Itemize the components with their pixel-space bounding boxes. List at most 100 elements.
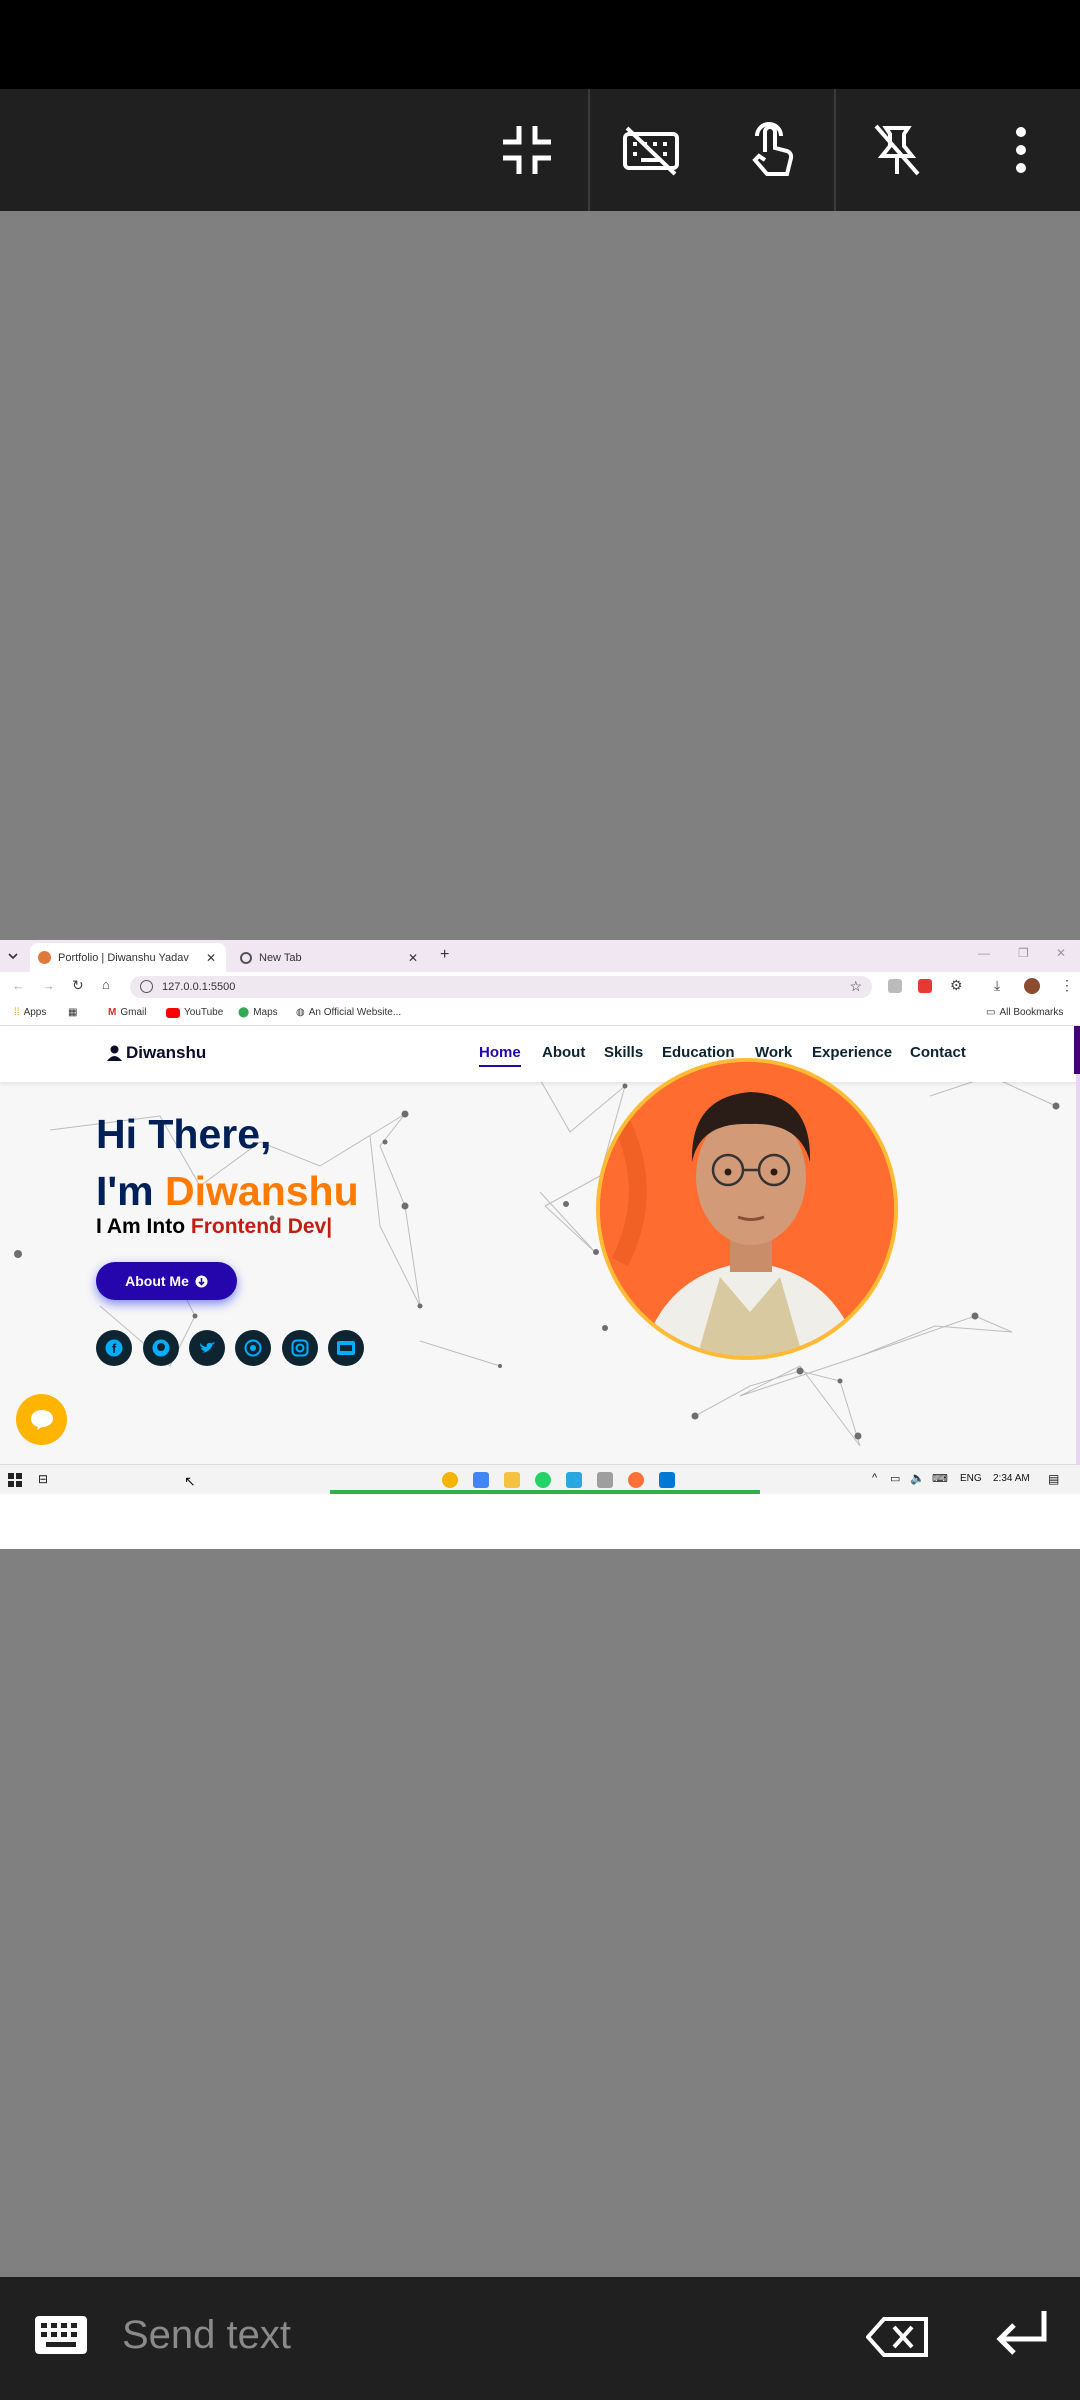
hero-name: Diwanshu (165, 1168, 359, 1214)
profile-avatar[interactable] (1024, 978, 1040, 994)
tab-portfolio[interactable]: Portfolio | Diwanshu Yadav ✕ (30, 943, 226, 972)
portfolio-page: Diwanshu Home About Skills Education Wor… (0, 1026, 1080, 1464)
chrome-icon (240, 951, 252, 964)
keyboard-tray-icon[interactable]: ⌨ (932, 1472, 948, 1485)
nav-education[interactable]: Education (662, 1044, 735, 1061)
vscode-taskbar-icon[interactable] (659, 1472, 675, 1488)
tab-search-icon[interactable] (6, 949, 20, 963)
reload-icon[interactable]: ↻ (72, 977, 84, 994)
windows-taskbar: ⊟ ↖ ^ ▭ 🔈 ⌨ ENG 2:34 AM ▤ (0, 1464, 1080, 1494)
keyboard-icon[interactable] (34, 2315, 88, 2355)
nav-home[interactable]: Home (479, 1044, 521, 1067)
scrollbar-thumb[interactable] (1074, 1026, 1080, 1074)
close-tab-icon[interactable]: ✕ (408, 951, 418, 965)
chrome-menu-icon[interactable]: ⋮ (1060, 977, 1074, 994)
about-me-label: About Me (125, 1273, 189, 1289)
whatsapp-taskbar-icon[interactable] (535, 1472, 551, 1488)
browser-toolbar: ← → ↻ ⌂ 127.0.0.1:5500 ☆ ⚙ ⤓ ⋮ (0, 972, 1080, 1002)
bookmark-label: An Official Website... (308, 1007, 402, 1018)
bookmark-label: YouTube (184, 1007, 224, 1018)
extensions-puzzle-icon[interactable]: ⚙ (950, 977, 963, 994)
bookmark-youtube[interactable]: YouTube (166, 1007, 223, 1018)
close-window-icon[interactable]: ✕ (1056, 946, 1066, 960)
nav-experience[interactable]: Experience (812, 1044, 892, 1061)
svg-text:f: f (112, 1341, 117, 1356)
volume-icon[interactable]: 🔈 (910, 1471, 925, 1485)
bookmark-grid[interactable]: ▦ (68, 1007, 77, 1018)
bookmarks-bar: ⁞⁞ Apps ▦ M Gmail YouTube ⬤ Maps ◍ An Of… (0, 1002, 1080, 1026)
facebook-icon[interactable]: f (96, 1330, 132, 1366)
tab-new-tab[interactable]: New Tab ✕ (232, 943, 428, 972)
remote-desktop-screen[interactable]: Portfolio | Diwanshu Yadav ✕ New Tab ✕ +… (0, 940, 1080, 1549)
nav-skills[interactable]: Skills (604, 1044, 643, 1061)
file-explorer-icon[interactable] (504, 1472, 520, 1488)
typed-value: Frontend Dev| (190, 1215, 333, 1238)
keyboard-off-icon[interactable] (596, 89, 706, 211)
nav-about[interactable]: About (542, 1044, 585, 1061)
hero-im: I'm (96, 1168, 154, 1214)
toolbar-divider (588, 89, 590, 211)
network-icon[interactable]: ▭ (890, 1472, 900, 1485)
app-taskbar-icon[interactable] (597, 1472, 613, 1488)
new-tab-icon[interactable]: + (440, 946, 449, 964)
chrome-taskbar-icon[interactable] (442, 1472, 458, 1488)
github-icon[interactable] (143, 1330, 179, 1366)
chrome-dev-taskbar-icon[interactable] (473, 1472, 489, 1488)
notifications-icon[interactable]: ▤ (1048, 1472, 1059, 1486)
bookmark-gmail[interactable]: M Gmail (108, 1007, 146, 1018)
more-vert-icon[interactable] (966, 89, 1076, 211)
nav-contact[interactable]: Contact (910, 1044, 966, 1061)
whatsapp-icon[interactable] (235, 1330, 271, 1366)
brand-name: Diwanshu (126, 1043, 207, 1062)
touch-mode-icon[interactable] (718, 89, 828, 211)
firefox-taskbar-icon[interactable] (628, 1472, 644, 1488)
download-icon[interactable]: ⤓ (994, 977, 1000, 994)
user-icon (107, 1045, 122, 1061)
scrollbar-track[interactable] (1076, 1074, 1080, 1464)
bookmark-label: Apps (23, 1007, 47, 1018)
clock[interactable]: 2:34 AM (993, 1473, 1030, 1484)
home-icon[interactable]: ⌂ (102, 977, 110, 992)
gmail-icon: M (108, 1007, 117, 1018)
backspace-icon[interactable] (866, 2317, 930, 2357)
bookmark-maps[interactable]: ⬤ Maps (238, 1007, 278, 1018)
exit-fullscreen-icon[interactable] (472, 89, 582, 211)
remote-desktop-taskbar-icon[interactable] (566, 1472, 582, 1488)
twitter-icon[interactable] (189, 1330, 225, 1366)
mouse-cursor-icon: ↖ (184, 1473, 196, 1489)
site-logo[interactable]: Diwanshu (107, 1043, 206, 1063)
unpin-icon[interactable] (842, 89, 952, 211)
dev-icon[interactable] (328, 1330, 364, 1366)
profile-photo (596, 1058, 898, 1360)
globe-icon: ◍ (296, 1007, 305, 1018)
back-icon[interactable]: ← (12, 978, 25, 993)
ad-blocker-icon[interactable] (918, 979, 932, 993)
chevron-up-icon[interactable]: ^ (872, 1472, 877, 1484)
about-me-button[interactable]: About Me (96, 1262, 237, 1300)
restore-icon[interactable]: ❐ (1018, 946, 1029, 960)
extension-icon[interactable] (888, 979, 902, 993)
bookmark-star-icon[interactable]: ☆ (849, 978, 862, 995)
bookmark-apps[interactable]: ⁞⁞ Apps (14, 1007, 46, 1018)
url-text: 127.0.0.1:5500 (162, 981, 236, 993)
bookmark-label: Gmail (120, 1007, 147, 1018)
bookmark-official-website[interactable]: ◍ An Official Website... (296, 1007, 401, 1018)
enter-icon[interactable] (994, 2309, 1050, 2359)
site-info-icon[interactable] (140, 980, 153, 993)
language-indicator[interactable]: ENG (960, 1473, 982, 1484)
chat-widget-button[interactable] (16, 1394, 67, 1445)
hero-name-line: I'm Diwanshu (96, 1168, 359, 1215)
windows-start-icon[interactable] (8, 1473, 22, 1487)
folder-icon: ▭ (986, 1007, 996, 1018)
remote-desktop-toolbar (0, 89, 1080, 211)
close-tab-icon[interactable]: ✕ (206, 951, 216, 965)
task-view-icon[interactable]: ⊟ (38, 1472, 48, 1486)
forward-icon[interactable]: → (42, 978, 55, 993)
all-bookmarks[interactable]: ▭ All Bookmarks (986, 1007, 1063, 1018)
send-text-input[interactable]: Send text (122, 2313, 291, 2358)
minimize-icon[interactable]: — (978, 946, 990, 960)
hero-greeting: Hi There, (96, 1111, 272, 1157)
instagram-icon[interactable] (282, 1330, 318, 1366)
apps-grid-icon: ⁞⁞ (14, 1007, 20, 1018)
url-input[interactable]: 127.0.0.1:5500 ☆ (130, 976, 872, 998)
